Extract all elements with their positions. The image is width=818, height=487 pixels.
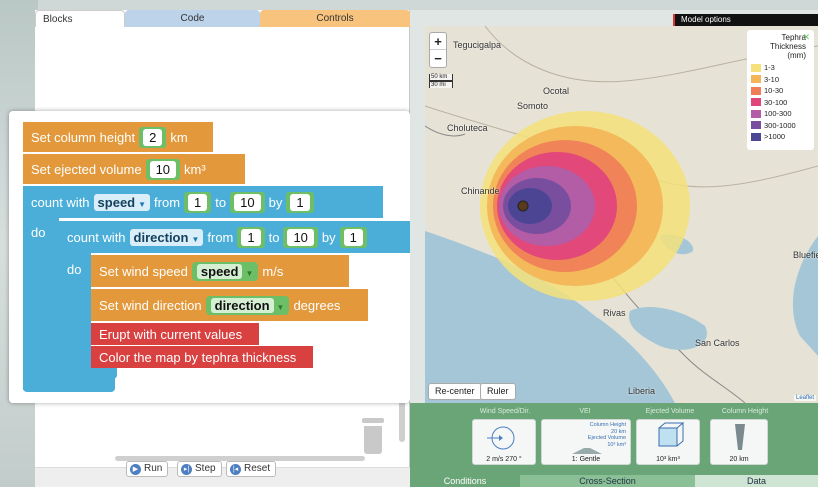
cube-icon xyxy=(658,422,685,447)
legend-item: >1000 xyxy=(751,131,810,143)
legend-item: 100-300 xyxy=(751,108,810,120)
set-column-height-block[interactable]: Set column height 2 km xyxy=(23,122,213,152)
wind-speed-variable[interactable]: speed ▼ xyxy=(191,261,259,281)
tab-conditions[interactable]: Conditions xyxy=(410,475,520,487)
wind-direction-variable[interactable]: direction ▼ xyxy=(205,295,290,315)
vei-value: 1: Gentle xyxy=(571,456,601,463)
legend-label: 10-30 xyxy=(764,86,784,96)
outer-loop-variable-dropdown[interactable]: speed ▼ xyxy=(93,193,151,211)
step-icon: ▸| xyxy=(181,463,192,475)
place-label: Rivas xyxy=(603,308,626,318)
trash-icon[interactable] xyxy=(362,418,384,454)
inner-by-value[interactable]: 1 xyxy=(343,228,363,246)
legend-label: >1000 xyxy=(764,132,786,142)
outer-from-value[interactable]: 1 xyxy=(188,193,208,211)
tab-cross-section[interactable]: Cross-Section xyxy=(520,475,695,487)
outer-to-value[interactable]: 10 xyxy=(234,193,261,211)
column-title: Column Height xyxy=(721,408,769,415)
place-label: Bluefie xyxy=(793,250,818,260)
ejected-title: Ejected Volume xyxy=(645,408,695,415)
zoom-control: + − xyxy=(429,32,447,68)
play-icon: ▶ xyxy=(130,463,141,475)
set-wind-direction-block[interactable]: Set wind direction direction ▼ degrees xyxy=(91,289,368,321)
place-label: San Carlos xyxy=(695,338,740,348)
legend-label: 100-300 xyxy=(764,109,792,119)
legend-item: 10-30 xyxy=(751,85,810,97)
legend-label: 1-3 xyxy=(764,63,775,73)
inner-from-value[interactable]: 1 xyxy=(241,228,261,246)
legend-swatch xyxy=(751,132,761,141)
run-button[interactable]: ▶ Run xyxy=(126,461,169,477)
place-label: Ocotal xyxy=(543,86,570,96)
reset-button[interactable]: |◂ Reset xyxy=(226,461,277,477)
zoom-out-button[interactable]: − xyxy=(430,50,446,67)
set-ejected-volume-block[interactable]: Set ejected volume 10 km³ xyxy=(23,154,245,184)
wind-title: Wind Speed/Dir. xyxy=(479,408,531,415)
legend-swatch xyxy=(751,63,761,72)
outer-loop-body-frame xyxy=(23,218,59,390)
legend-swatch xyxy=(751,98,761,107)
step-button[interactable]: ▸| Step xyxy=(177,461,222,477)
place-label: Tegucigalpa xyxy=(453,40,502,50)
vei-title: VEI xyxy=(579,408,591,415)
ejected-volume-value: 10³ km³ xyxy=(656,456,680,463)
volcano-icon xyxy=(572,448,602,454)
tab-code[interactable]: Code xyxy=(125,10,260,27)
blocks-program: Set column height 2 km Set ejected volum… xyxy=(9,111,410,403)
inner-do-label: do xyxy=(67,261,82,277)
set-wind-speed-block[interactable]: Set wind speed speed ▼ m/s xyxy=(91,255,349,287)
legend-label: 30-100 xyxy=(764,97,788,107)
map-view[interactable]: + − 50 km 30 mi Tegucigalpa Ocotal Somot… xyxy=(425,26,818,403)
leaflet-attribution[interactable]: Leaflet xyxy=(793,395,816,401)
outer-count-loop-block[interactable]: count with speed ▼ from 1 to 10 by 1 xyxy=(23,186,383,218)
ruler-button[interactable]: Ruler xyxy=(480,383,516,400)
close-icon[interactable]: ✕ xyxy=(802,32,810,43)
column-height-value: 20 km xyxy=(729,456,749,463)
zoom-in-button[interactable]: + xyxy=(430,33,446,50)
tephra-legend: ✕ Tephra Thickness (mm) 1-3 3-10 10-30 30-1… xyxy=(747,30,814,150)
scale-bar: 50 km 30 mi xyxy=(429,74,453,88)
recenter-button[interactable]: Re-center xyxy=(428,383,482,400)
legend-item: 30-100 xyxy=(751,97,810,109)
legend-swatch xyxy=(751,121,761,130)
tab-blocks[interactable]: Blocks xyxy=(35,10,125,27)
ejected-volume-value[interactable]: 10 xyxy=(149,160,177,178)
compass-icon xyxy=(487,426,515,450)
erupt-block[interactable]: Erupt with current values xyxy=(91,323,259,345)
reset-icon: |◂ xyxy=(230,463,241,475)
bottom-tabs: Conditions Cross-Section Data xyxy=(410,475,818,487)
run-controls-bar xyxy=(35,467,410,487)
inner-count-loop-block[interactable]: count with direction ▼ from 1 to 10 by 1 xyxy=(59,221,410,253)
legend-swatch xyxy=(751,75,761,84)
legend-label: 3-10 xyxy=(764,74,780,84)
tab-data[interactable]: Data xyxy=(695,475,818,487)
workspace-vertical-scrollbar[interactable] xyxy=(399,400,405,442)
place-label: Somoto xyxy=(517,101,549,111)
place-label: Chinande xyxy=(461,186,500,196)
editor-tabs: Blocks Code Controls xyxy=(35,10,410,27)
legend-item: 1-3 xyxy=(751,62,810,74)
legend-swatch xyxy=(751,86,761,95)
legend-swatch xyxy=(751,109,761,118)
column-height-value[interactable]: 2 xyxy=(143,128,163,146)
tab-controls[interactable]: Controls xyxy=(260,10,410,27)
place-label: Liberia xyxy=(628,386,656,396)
legend-item: 3-10 xyxy=(751,74,810,86)
inner-to-value[interactable]: 10 xyxy=(287,228,314,246)
model-options-button[interactable]: Model options xyxy=(673,14,818,26)
outer-by-value[interactable]: 1 xyxy=(290,193,310,211)
legend-item: 300-1000 xyxy=(751,120,810,132)
inner-loop-variable-dropdown[interactable]: direction ▼ xyxy=(129,228,204,246)
column-icon xyxy=(735,424,745,450)
outer-do-label: do xyxy=(31,224,46,240)
place-label: Choluteca xyxy=(447,123,488,133)
legend-label: 300-1000 xyxy=(764,120,796,130)
color-map-block[interactable]: Color the map by tephra thickness xyxy=(91,346,313,368)
wind-value: 2 m/s 270 ° xyxy=(486,456,522,463)
